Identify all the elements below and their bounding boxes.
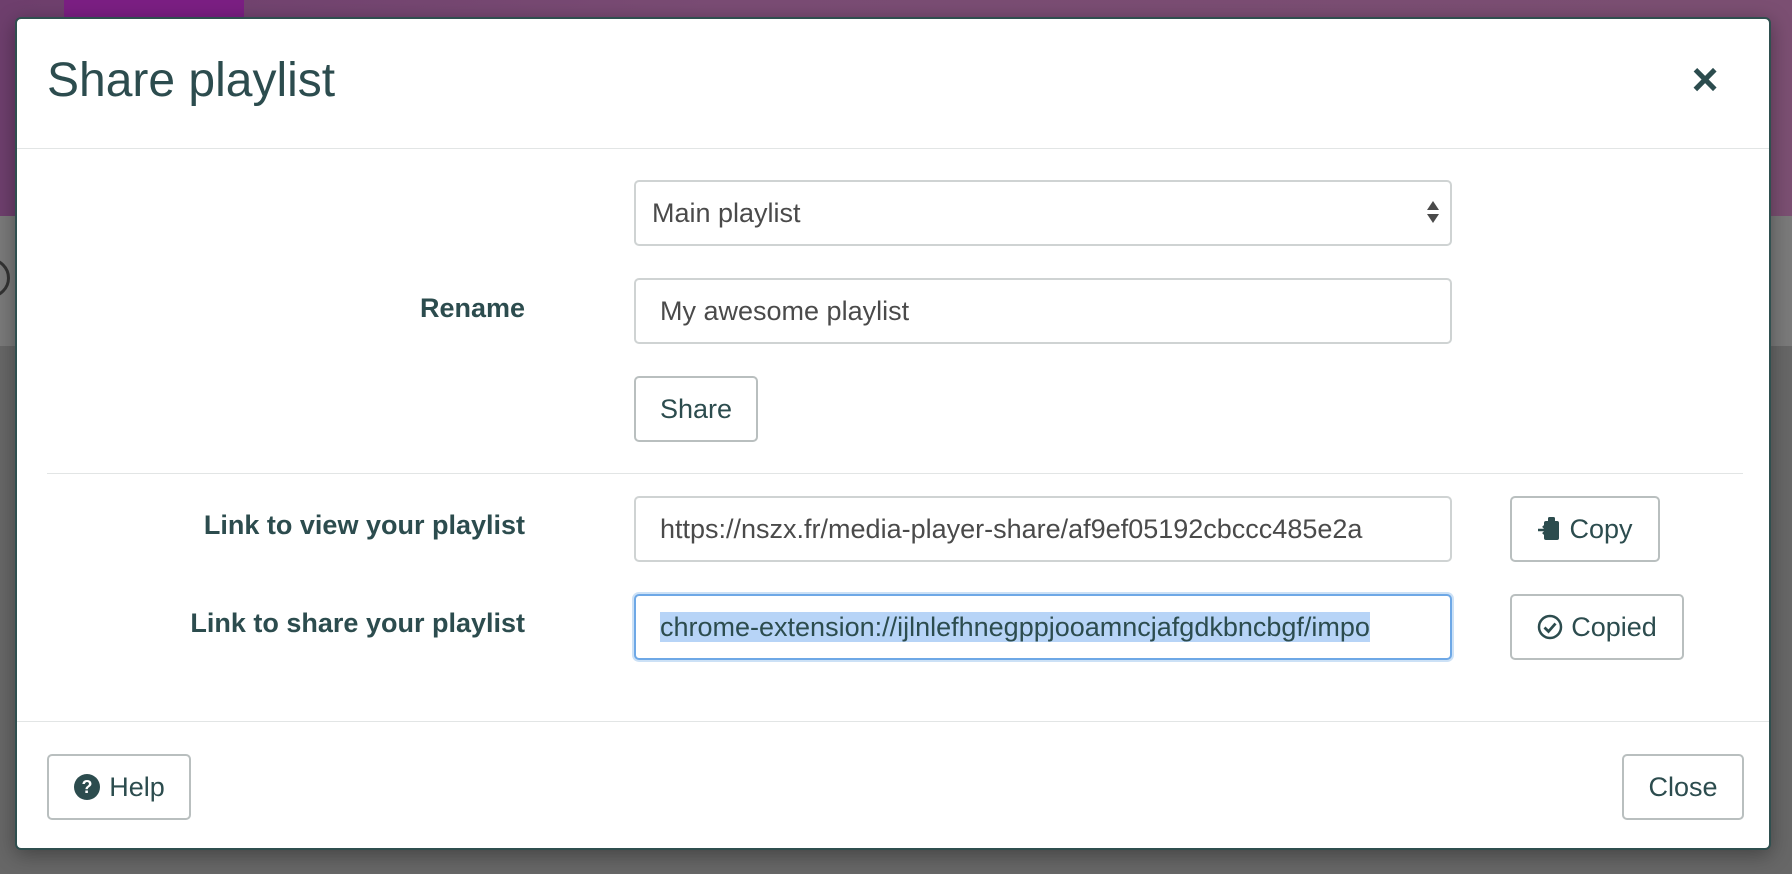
view-link-value: https://nszx.fr/media-player-share/af9ef… bbox=[660, 514, 1363, 544]
svg-text:?: ? bbox=[82, 777, 93, 797]
share-link-value: chrome-extension://ijlnlefhnegppjooamncj… bbox=[660, 612, 1370, 642]
share-playlist-dialog: Share playlist × Main playlist Rename My… bbox=[15, 17, 1771, 850]
share-button[interactable]: Share bbox=[634, 376, 758, 442]
question-circle-icon: ? bbox=[73, 773, 101, 801]
close-icon[interactable]: × bbox=[1685, 56, 1725, 102]
copied-button-label: Copied bbox=[1571, 611, 1657, 642]
check-circle-icon bbox=[1537, 614, 1563, 640]
dialog-header: Share playlist × bbox=[17, 19, 1769, 149]
view-link-input[interactable]: https://nszx.fr/media-player-share/af9ef… bbox=[634, 496, 1452, 562]
share-button-label: Share bbox=[659, 393, 733, 424]
help-button[interactable]: ? Help bbox=[47, 754, 191, 820]
select-arrows-icon bbox=[1427, 201, 1439, 223]
rename-input-value: My awesome playlist bbox=[660, 296, 910, 326]
copy-button-label: Copy bbox=[1569, 513, 1633, 544]
view-link-label: Link to view your playlist bbox=[203, 510, 525, 540]
playlist-select-value: Main playlist bbox=[652, 198, 801, 228]
background-tab bbox=[64, 0, 244, 18]
help-button-label: Help bbox=[109, 771, 165, 802]
close-button[interactable]: Close bbox=[1622, 754, 1744, 820]
share-link-input[interactable]: chrome-extension://ijlnlefhnegppjooamncj… bbox=[634, 594, 1452, 660]
clipboard-icon bbox=[1537, 516, 1561, 542]
copy-view-link-button[interactable]: Copy bbox=[1510, 496, 1660, 562]
playlist-select[interactable]: Main playlist bbox=[634, 180, 1452, 246]
dialog-title: Share playlist bbox=[47, 54, 336, 107]
share-link-label: Link to share your playlist bbox=[190, 608, 525, 638]
rename-input[interactable]: My awesome playlist bbox=[634, 278, 1452, 344]
close-button-label: Close bbox=[1648, 771, 1718, 802]
rename-label: Rename bbox=[419, 293, 525, 323]
copied-button[interactable]: Copied bbox=[1510, 594, 1684, 660]
section-divider bbox=[47, 473, 1743, 474]
dialog-footer-divider bbox=[17, 721, 1769, 722]
